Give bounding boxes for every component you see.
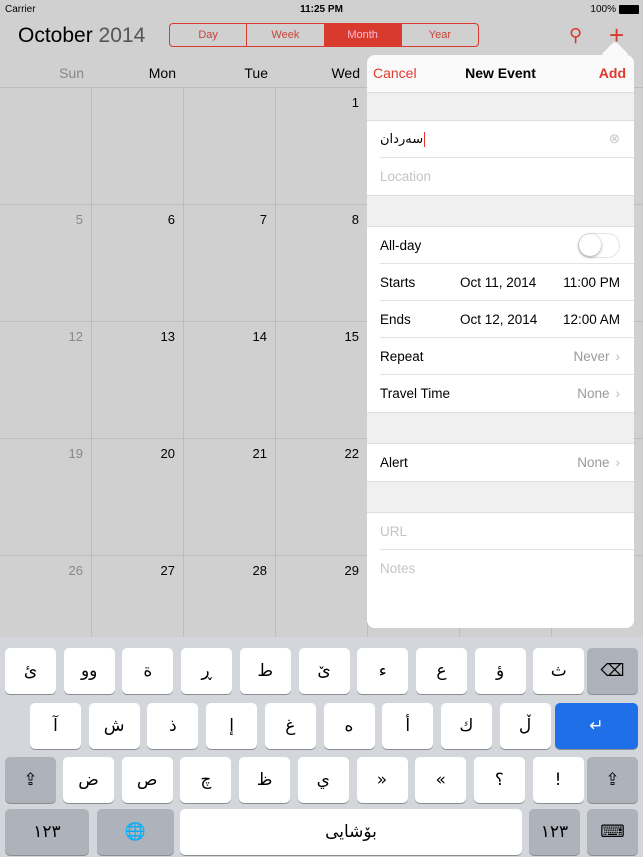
keyboard: ئ وو ة ڕ ط ێ ء ع ؤ ث ⌫ آ ش ذ إ غ ه أ ك ڵ ↵ ⇪ ض ص چ ظ ي» «؟! ⇪ ١٢٣ 🌐 بۆش… xyxy=(0,637,643,857)
repeat-row[interactable]: Repeat Never › xyxy=(380,338,634,375)
cancel-button[interactable]: Cancel xyxy=(373,65,417,81)
status-bar: Carrier 11:25 PM 100% xyxy=(0,0,643,18)
search-icon[interactable]: ⚲ xyxy=(569,25,582,46)
battery-icon xyxy=(619,5,639,14)
day-cell[interactable]: 13 xyxy=(92,322,184,439)
numbers-key[interactable]: ١٢٣ xyxy=(5,809,89,855)
day-cell[interactable]: 20 xyxy=(92,439,184,556)
key[interactable]: ێ xyxy=(298,648,350,694)
key[interactable]: غ xyxy=(264,703,316,749)
tab-day[interactable]: Day xyxy=(170,24,248,46)
tab-year[interactable]: Year xyxy=(402,24,478,46)
new-event-popover: Cancel New Event Add سەردان ⊗ Location Al… xyxy=(367,55,634,628)
key[interactable]: إ xyxy=(206,703,258,749)
tab-week[interactable]: Week xyxy=(247,24,325,46)
hide-keyboard-key[interactable]: ⌨ xyxy=(587,809,638,855)
key[interactable]: ئ xyxy=(5,648,56,694)
globe-key[interactable]: 🌐 xyxy=(97,809,174,855)
key[interactable]: ء xyxy=(357,648,409,694)
key[interactable]: آ xyxy=(30,703,81,749)
starts-row[interactable]: Starts Oct 11, 2014 11:00 PM xyxy=(380,264,634,301)
key[interactable]: ي xyxy=(297,757,349,803)
key[interactable]: » xyxy=(356,757,408,803)
key[interactable]: ظ xyxy=(239,757,291,803)
alert-row[interactable]: Alert None › xyxy=(380,444,634,481)
key[interactable]: ة xyxy=(122,648,174,694)
key[interactable]: چ xyxy=(180,757,232,803)
key[interactable]: أ xyxy=(382,703,434,749)
return-key[interactable]: ↵ xyxy=(555,703,638,749)
chevron-right-icon: › xyxy=(615,455,621,470)
shift-key[interactable]: ⇪ xyxy=(5,757,56,803)
title-field[interactable]: سەردان ⊗ xyxy=(380,121,634,158)
chevron-right-icon: › xyxy=(615,348,621,364)
battery-percent: 100% xyxy=(590,4,616,15)
key[interactable]: ؟ xyxy=(473,757,525,803)
shift-key[interactable]: ⇪ xyxy=(587,757,638,803)
key[interactable]: ط xyxy=(239,648,291,694)
weekday-label: Tue xyxy=(244,65,268,81)
key[interactable]: ث xyxy=(533,648,585,694)
weekday-label: Sun xyxy=(59,65,84,81)
delete-key[interactable]: ⌫ xyxy=(587,648,638,694)
day-cell[interactable]: 5 xyxy=(0,205,92,322)
location-field[interactable]: Location xyxy=(380,158,634,195)
tab-month[interactable]: Month xyxy=(324,24,402,46)
space-key[interactable]: بۆشایی xyxy=(180,809,522,855)
url-field[interactable]: URL xyxy=(380,513,634,550)
all-day-row: All-day xyxy=(380,227,634,264)
day-cell[interactable]: 21 xyxy=(184,439,276,556)
clear-icon[interactable]: ⊗ xyxy=(609,131,620,147)
key[interactable]: ع xyxy=(415,648,467,694)
key[interactable]: ض xyxy=(63,757,114,803)
day-cell[interactable]: 8 xyxy=(276,205,368,322)
day-cell[interactable]: 7 xyxy=(184,205,276,322)
key[interactable]: ه xyxy=(323,703,375,749)
day-cell[interactable]: 12 xyxy=(0,322,92,439)
day-cell[interactable]: 22 xyxy=(276,439,368,556)
notes-field[interactable]: Notes xyxy=(380,550,634,587)
key[interactable]: وو xyxy=(63,648,115,694)
add-button[interactable]: Add xyxy=(599,65,626,81)
day-cell[interactable] xyxy=(0,88,92,205)
key[interactable]: ڵ xyxy=(499,703,551,749)
day-cell[interactable]: 15 xyxy=(276,322,368,439)
clock: 11:25 PM xyxy=(300,4,343,15)
day-cell[interactable]: 1 xyxy=(276,88,368,205)
numbers-key[interactable]: ١٢٣ xyxy=(529,809,580,855)
key[interactable]: ش xyxy=(88,703,140,749)
view-segmented-control: Day Week Month Year xyxy=(169,23,479,47)
day-cell[interactable]: 6 xyxy=(92,205,184,322)
chevron-right-icon: › xyxy=(615,386,621,401)
weekday-label: Mon xyxy=(148,65,176,81)
key[interactable]: ك xyxy=(440,703,492,749)
key[interactable]: ذ xyxy=(147,703,199,749)
key[interactable]: ص xyxy=(121,757,173,803)
day-cell[interactable] xyxy=(92,88,184,205)
ends-row[interactable]: Ends Oct 12, 2014 12:00 AM xyxy=(380,301,634,338)
key[interactable]: « xyxy=(415,757,467,803)
day-cell[interactable]: 19 xyxy=(0,439,92,556)
key[interactable]: ڕ xyxy=(181,648,233,694)
weekday-label: Wed xyxy=(331,65,360,81)
travel-time-row[interactable]: Travel Time None › xyxy=(380,375,634,412)
day-cell[interactable]: 14 xyxy=(184,322,276,439)
all-day-toggle[interactable] xyxy=(578,232,620,258)
key[interactable]: ! xyxy=(532,757,584,803)
key[interactable]: ؤ xyxy=(474,648,526,694)
month-title: October 2014 xyxy=(18,24,146,47)
day-cell[interactable] xyxy=(184,88,276,205)
